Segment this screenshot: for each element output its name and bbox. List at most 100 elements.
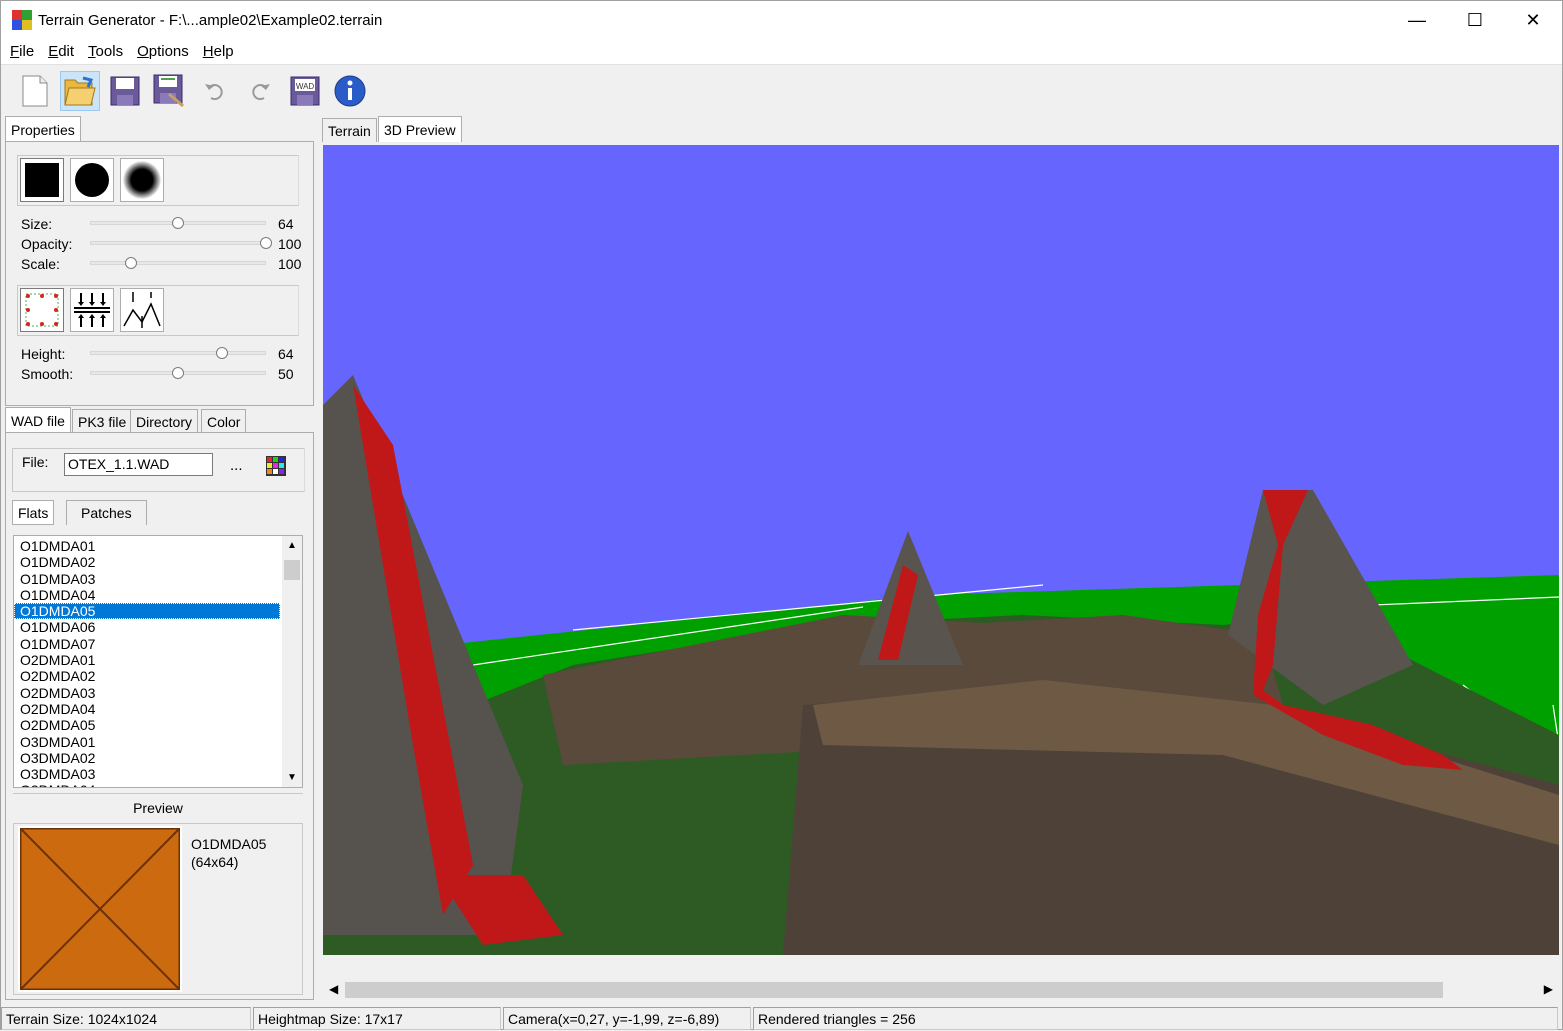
browse-button[interactable]: ...: [230, 457, 243, 474]
maximize-button[interactable]: ☐: [1446, 1, 1504, 39]
tab-pk3-file[interactable]: PK3 file: [72, 409, 133, 433]
save-as-button[interactable]: [150, 71, 190, 111]
list-item[interactable]: O1DMDA07: [14, 636, 302, 652]
soft-circle-brush-button[interactable]: [120, 158, 164, 202]
scroll-left-icon[interactable]: ◀: [329, 982, 338, 996]
size-slider-thumb[interactable]: [172, 217, 184, 229]
circle-brush-button[interactable]: [70, 158, 114, 202]
tab-properties[interactable]: Properties: [5, 116, 81, 142]
grid-points-button[interactable]: [20, 288, 64, 332]
list-item[interactable]: O1DMDA02: [14, 554, 302, 570]
tab-terrain[interactable]: Terrain: [322, 118, 377, 142]
palette-icon: [266, 456, 286, 476]
menu-edit[interactable]: Edit: [41, 43, 81, 60]
status-heightmap-size: Heightmap Size: 17x17: [253, 1007, 501, 1030]
save-button[interactable]: [105, 71, 145, 111]
tool-group: [17, 285, 299, 336]
list-item[interactable]: O2DMDA01: [14, 652, 302, 668]
list-item[interactable]: O3DMDA04: [14, 782, 302, 787]
smooth-button[interactable]: [120, 288, 164, 332]
list-item[interactable]: O3DMDA02: [14, 750, 302, 766]
list-item[interactable]: O1DMDA06: [14, 619, 302, 635]
redo-icon: [252, 84, 270, 101]
status-camera: Camera(x=0,27, y=-1,99, z=-6,89): [503, 1007, 751, 1030]
menu-help[interactable]: Help: [196, 43, 241, 60]
square-brush-button[interactable]: [20, 158, 64, 202]
scale-slider-thumb[interactable]: [125, 257, 137, 269]
undo-icon: [205, 84, 223, 101]
undo-button[interactable]: [195, 71, 235, 111]
scale-slider[interactable]: [90, 257, 266, 269]
smooth-label: Smooth:: [21, 366, 74, 382]
list-item[interactable]: O2DMDA02: [14, 668, 302, 684]
smooth-slider[interactable]: [90, 367, 266, 379]
file-group: File: OTEX_1.1.WAD ...: [12, 448, 305, 492]
horizontal-scrollbar-thumb[interactable]: [345, 982, 1443, 998]
scale-value: 100: [278, 256, 302, 272]
scrollbar-thumb[interactable]: [284, 560, 300, 580]
list-item[interactable]: O2DMDA05: [14, 717, 302, 733]
toolbar: WAD: [1, 66, 1562, 116]
3d-terrain-render: [323, 145, 1559, 955]
list-item[interactable]: O1DMDA01: [14, 538, 302, 554]
height-label: Height:: [21, 346, 66, 362]
height-value: 64: [278, 346, 294, 362]
size-slider[interactable]: [90, 217, 266, 229]
save-icon: [110, 76, 140, 106]
tab-color[interactable]: Color: [201, 409, 247, 433]
list-item[interactable]: O3DMDA01: [14, 734, 302, 750]
info-icon: [334, 75, 366, 107]
new-icon: [22, 75, 48, 107]
file-label: File:: [22, 454, 49, 470]
size-label: Size:: [21, 216, 53, 232]
tab-wad-file[interactable]: WAD file: [5, 407, 71, 433]
horizontal-scrollbar[interactable]: ◀ ▶: [323, 979, 1559, 1001]
main-window: Terrain Generator - F:\...ample02\Exampl…: [0, 0, 1563, 1030]
smooth-value: 50: [278, 366, 294, 382]
tab-patches[interactable]: Patches: [66, 500, 147, 525]
flats-scrollbar[interactable]: ▲ ▼: [282, 536, 302, 787]
file-input[interactable]: OTEX_1.1.WAD: [64, 453, 213, 476]
3d-preview-viewport[interactable]: [323, 145, 1559, 955]
smooth-icon: [123, 292, 161, 328]
opacity-value: 100: [278, 236, 302, 252]
app-icon: [12, 10, 32, 30]
soft-circle-brush-icon: [123, 161, 161, 199]
tab-3d-preview[interactable]: 3D Preview: [378, 116, 462, 142]
wad-label: WAD: [296, 82, 315, 91]
scroll-right-icon[interactable]: ▶: [1544, 982, 1553, 996]
list-item[interactable]: O2DMDA04: [14, 701, 302, 717]
palette-button[interactable]: [265, 455, 287, 477]
flats-list[interactable]: O1DMDA01 O1DMDA02 O1DMDA03 O1DMDA04 O1DMDA05…: [13, 535, 303, 788]
list-item[interactable]: O1DMDA05: [14, 603, 280, 620]
smooth-slider-thumb[interactable]: [172, 367, 184, 379]
menu-options[interactable]: Options: [130, 43, 196, 60]
opacity-slider-thumb[interactable]: [260, 237, 272, 249]
menu-file[interactable]: File: [3, 43, 41, 60]
new-button[interactable]: [15, 71, 55, 111]
list-item[interactable]: O1DMDA04: [14, 587, 302, 603]
maximize-icon: ☐: [1466, 9, 1484, 30]
flatten-button[interactable]: [70, 288, 114, 332]
height-slider[interactable]: [90, 347, 266, 359]
minimize-button[interactable]: —: [1388, 1, 1446, 39]
height-slider-thumb[interactable]: [216, 347, 228, 359]
list-item[interactable]: O1DMDA03: [14, 571, 302, 587]
redo-button[interactable]: [240, 71, 280, 111]
list-item[interactable]: O3DMDA03: [14, 766, 302, 782]
list-item[interactable]: O2DMDA03: [14, 685, 302, 701]
menu-tools[interactable]: Tools: [81, 43, 130, 60]
open-button[interactable]: [60, 71, 100, 111]
title-bar: Terrain Generator - F:\...ample02\Exampl…: [1, 1, 1562, 39]
info-button[interactable]: [330, 71, 370, 111]
flat-preview-image: [18, 826, 182, 992]
scroll-down-icon[interactable]: ▼: [287, 772, 297, 783]
status-bar: Terrain Size: 1024x1024 Heightmap Size: …: [1, 1007, 1562, 1031]
tab-flats[interactable]: Flats: [12, 500, 55, 525]
scroll-up-icon[interactable]: ▲: [287, 540, 297, 551]
close-icon: ✕: [1525, 9, 1541, 30]
opacity-slider[interactable]: [90, 237, 272, 249]
close-button[interactable]: ✕: [1504, 1, 1562, 39]
wad-button[interactable]: WAD: [285, 71, 325, 111]
tab-directory[interactable]: Directory: [130, 409, 199, 433]
